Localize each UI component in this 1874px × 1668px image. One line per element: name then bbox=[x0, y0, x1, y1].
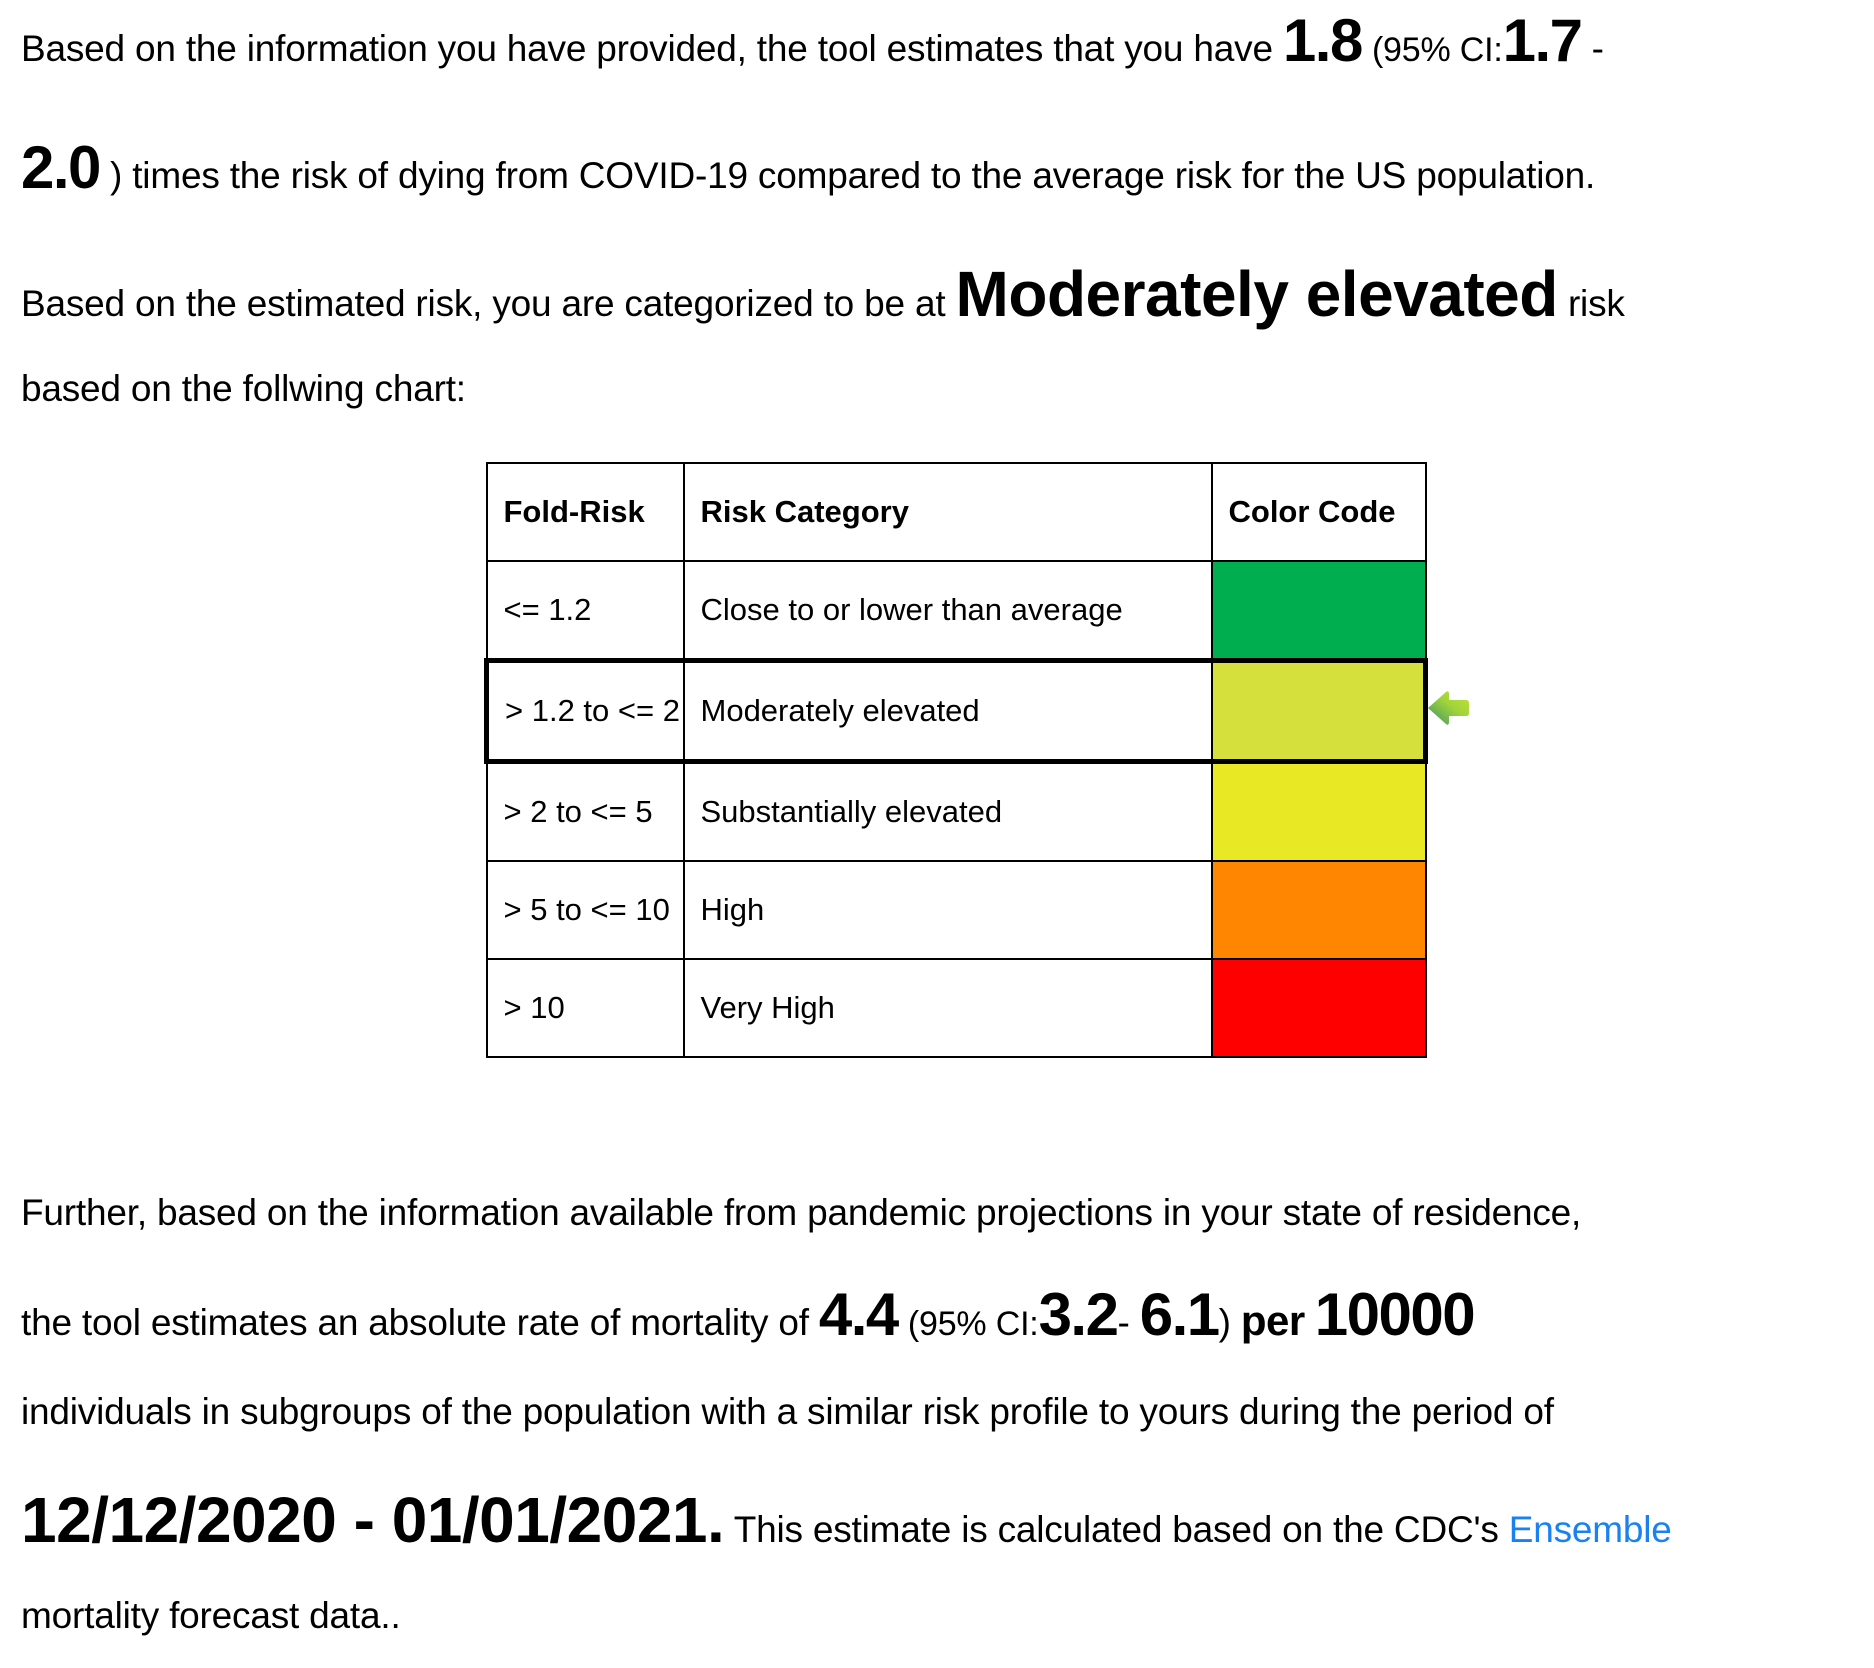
ci-dash: - bbox=[1117, 1302, 1130, 1343]
forecast-period-value: 12/12/2020 - 01/01/2021. bbox=[21, 1484, 725, 1556]
projection-line-4: 12/12/2020 - 01/01/2021. This estimate i… bbox=[21, 1488, 1672, 1552]
ci-low-value: 1.7 bbox=[1502, 7, 1583, 74]
fold-risk-cell: > 2 to <= 5 bbox=[485, 760, 685, 862]
header-risk-category: Risk Category bbox=[682, 462, 1213, 562]
fold-risk-sentence-line-2: 2.0 ) times the risk of dying from COVID… bbox=[21, 138, 1595, 198]
color-swatch bbox=[1210, 860, 1427, 960]
color-swatch bbox=[1210, 658, 1428, 764]
mortality-ci-high: 6.1 bbox=[1139, 1281, 1220, 1348]
table-row: > 10 Very High bbox=[485, 958, 1427, 1058]
category-cell: High bbox=[682, 860, 1213, 960]
risk-category-value: Moderately elevated bbox=[955, 258, 1559, 330]
category-cell: Moderately elevated bbox=[682, 658, 1213, 764]
category-cell: Close to or lower than average bbox=[682, 560, 1213, 662]
forecast-source-text: This estimate is calculated based on the… bbox=[733, 1509, 1499, 1550]
projection-line-3: individuals in subgroups of the populati… bbox=[21, 1391, 1554, 1432]
category-suffix-text: risk bbox=[1567, 283, 1625, 324]
category-intro-text: Based on the estimated risk, you are cat… bbox=[21, 283, 946, 324]
header-fold-risk: Fold-Risk bbox=[485, 462, 685, 562]
fold-risk-outro-text: ) times the risk of dying from COVID-19 … bbox=[110, 155, 1596, 196]
per-value: 10000 bbox=[1314, 1281, 1476, 1348]
fold-risk-cell: <= 1.2 bbox=[485, 560, 685, 662]
fold-risk-sentence-line-1: Based on the information you have provid… bbox=[21, 11, 1604, 71]
risk-category-table: Fold-Risk Risk Category Color Code <= 1.… bbox=[484, 462, 1428, 1058]
ci-open-text: (95% CI: bbox=[907, 1305, 1039, 1343]
color-swatch bbox=[1210, 760, 1427, 862]
per-label: per bbox=[1240, 1297, 1305, 1344]
header-color-code: Color Code bbox=[1210, 462, 1427, 562]
fold-risk-cell: > 1.2 to <= 2 bbox=[484, 658, 685, 764]
color-swatch bbox=[1210, 958, 1427, 1058]
fold-risk-value: 1.8 bbox=[1282, 7, 1363, 74]
projection-line-1: Further, based on the information availa… bbox=[21, 1192, 1582, 1233]
ensemble-link[interactable]: Ensemble bbox=[1509, 1509, 1672, 1550]
mortality-intro-text: the tool estimates an absolute rate of m… bbox=[21, 1302, 809, 1343]
fold-risk-cell: > 10 bbox=[485, 958, 685, 1058]
projection-line-5: mortality forecast data.. bbox=[21, 1595, 401, 1636]
fold-risk-intro-text: Based on the information you have provid… bbox=[21, 28, 1273, 69]
ci-dash: - bbox=[1591, 28, 1604, 69]
projection-line-2: the tool estimates an absolute rate of m… bbox=[21, 1285, 1476, 1345]
ci-high-value: 2.0 bbox=[21, 134, 101, 201]
table-row: > 2 to <= 5 Substantially elevated bbox=[485, 760, 1427, 862]
table-header-row: Fold-Risk Risk Category Color Code bbox=[485, 462, 1427, 562]
category-cell: Very High bbox=[682, 958, 1213, 1058]
category-sentence-line-1: Based on the estimated risk, you are cat… bbox=[21, 262, 1625, 326]
mortality-ci-low: 3.2 bbox=[1038, 1281, 1119, 1348]
left-arrow-icon bbox=[1428, 691, 1469, 725]
ci-open-text: (95% CI: bbox=[1371, 31, 1503, 69]
category-cell: Substantially elevated bbox=[682, 760, 1213, 862]
category-sentence-line-2: based on the follwing chart: bbox=[21, 368, 466, 409]
ci-close: ) bbox=[1218, 1302, 1231, 1343]
table-row-highlighted: > 1.2 to <= 2 Moderately elevated bbox=[484, 658, 1428, 764]
table-row: > 5 to <= 10 High bbox=[485, 860, 1427, 960]
fold-risk-cell: > 5 to <= 10 bbox=[485, 860, 685, 960]
mortality-rate-value: 4.4 bbox=[818, 1281, 899, 1348]
table-row: <= 1.2 Close to or lower than average bbox=[485, 560, 1427, 662]
color-swatch bbox=[1210, 560, 1427, 662]
